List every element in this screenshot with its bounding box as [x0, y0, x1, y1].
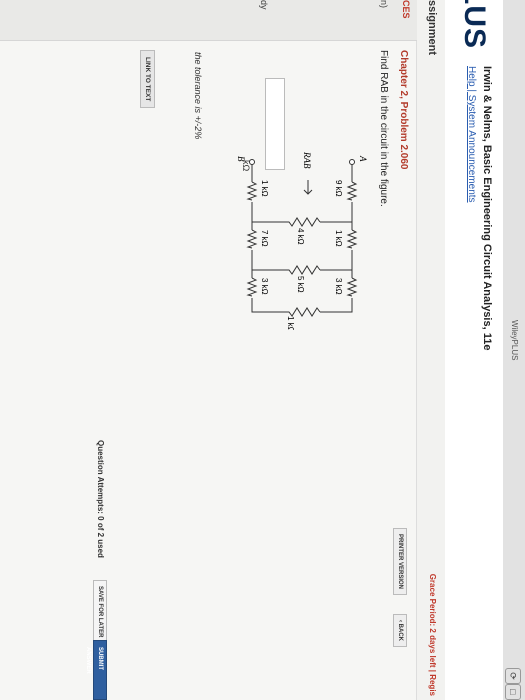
resistor-1k-right: [284, 307, 321, 317]
assignment-title: ssignment: [426, 0, 438, 56]
header: LUS Irwin & Nelms, Basic Engineering Cir…: [444, 0, 503, 700]
rab-label: RAB: [302, 151, 312, 169]
browser-chrome: WileyPLUS ⟳ □: [502, 0, 525, 700]
back-button[interactable]: ‹ BACK: [393, 614, 407, 647]
share-icon[interactable]: □: [505, 684, 521, 700]
book-title: Irwin & Nelms, Basic Engineering Circuit…: [481, 66, 493, 351]
help-links[interactable]: Help | System Announcements: [466, 66, 477, 203]
printer-version-button[interactable]: PRINTER VERSION: [393, 528, 407, 596]
resistor-7k: [246, 229, 258, 249]
reload-icon[interactable]: ⟳: [505, 668, 521, 684]
link-to-text-button[interactable]: LINK TO TEXT: [140, 50, 155, 109]
label-1k-bottom: 1 kΩ: [260, 180, 269, 197]
nav-item[interactable]: dy: [259, 0, 269, 10]
resistor-1k-top: [346, 229, 358, 249]
label-7k: 7 kΩ: [260, 230, 269, 247]
resources-label[interactable]: CES: [401, 0, 411, 19]
rab-arrow: [303, 180, 313, 195]
answer-input[interactable]: [265, 78, 285, 170]
answer-unit: kΩ: [241, 160, 251, 172]
label-1k-top: 1 kΩ: [334, 230, 343, 247]
label-4k: 4 kΩ: [296, 228, 305, 245]
grace-period[interactable]: Grace Period: 2 days left | Regis: [428, 574, 437, 696]
problem-text: Find RAB in the circuit in the figure.: [378, 50, 389, 207]
left-nav: CES n) dy: [0, 0, 417, 41]
site-title: WileyPLUS: [510, 320, 519, 361]
label-1k-right: 1 kΩ: [286, 316, 295, 330]
resistor-3k-top: [346, 277, 358, 297]
assignment-bar: ssignment Grace Period: 2 days left | Re…: [416, 0, 445, 700]
tolerance-text: the tolerance is +/-2%: [193, 52, 203, 140]
submit-answer-button[interactable]: SUBMIT ANSWER: [85, 640, 107, 700]
resistor-9k: [346, 181, 358, 201]
label-9k: 9 kΩ: [334, 180, 343, 197]
resistor-1k-bottom: [246, 181, 258, 201]
nav-item[interactable]: n): [379, 0, 389, 8]
wileyplus-logo[interactable]: LUS: [457, 0, 491, 49]
label-3k-top: 3 kΩ: [334, 278, 343, 295]
save-for-later-button[interactable]: SAVE FOR LATER: [93, 580, 107, 644]
node-a-label: A: [358, 155, 368, 162]
problem-title: Chapter 2, Problem 2.060: [398, 50, 409, 170]
label-3k-bottom: 3 kΩ: [260, 278, 269, 295]
circuit-diagram: A B RAB 9 kΩ 1 kΩ 3 kΩ 1 kΩ 7 kΩ 3 kΩ 4 …: [236, 151, 368, 330]
resistor-4k: [284, 217, 321, 227]
resistor-3k-bottom: [246, 277, 258, 297]
resistor-5k: [284, 265, 321, 275]
question-attempts: Question Attempts: 0 of 2 used: [96, 440, 105, 558]
terminal-a: [349, 159, 355, 165]
label-5k: 5 kΩ: [296, 276, 305, 293]
rotated-page: WileyPLUS ⟳ □ LUS Irwin & Nelms, Basic E…: [0, 0, 525, 700]
